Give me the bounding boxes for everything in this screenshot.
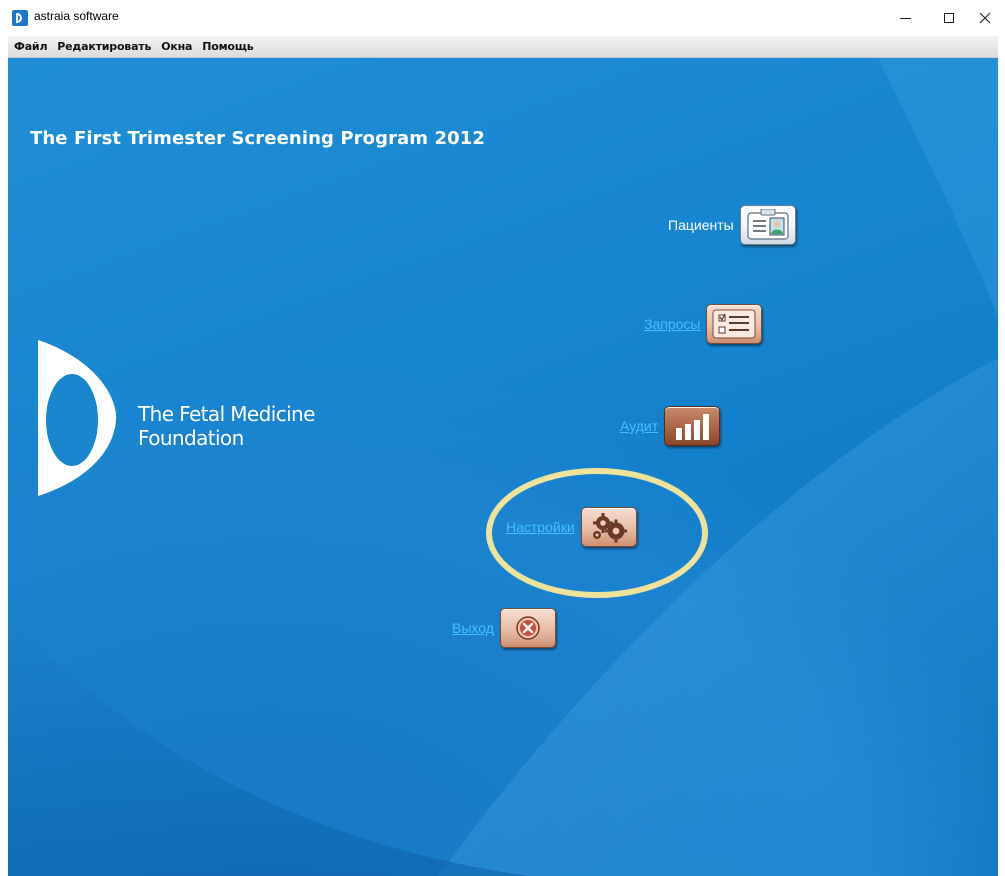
menu-windows[interactable]: Окна xyxy=(157,40,196,53)
menu-edit[interactable]: Редактировать xyxy=(53,40,155,53)
app-logo-icon xyxy=(12,10,28,26)
exit-button[interactable] xyxy=(499,608,556,648)
menu-entry-settings[interactable]: Настройки xyxy=(506,507,637,547)
minimize-icon xyxy=(899,17,911,19)
checklist-icon xyxy=(712,309,756,339)
requests-button[interactable] xyxy=(706,304,763,344)
fmf-logo-line2: Foundation xyxy=(138,426,244,450)
gears-icon xyxy=(592,513,627,543)
fmf-logo-line1: The Fetal Medicine xyxy=(138,402,315,426)
menu-entry-exit[interactable]: Выход xyxy=(452,608,556,648)
audit-link[interactable]: Аудит xyxy=(620,418,658,434)
menu-help[interactable]: Помощь xyxy=(198,40,257,53)
main-panel: The First Trimester Screening Program 20… xyxy=(8,58,998,876)
menu-entry-audit[interactable]: Аудит xyxy=(620,406,721,446)
menu-bar: Файл Редактировать Окна Помощь xyxy=(8,36,998,58)
settings-link[interactable]: Настройки xyxy=(506,519,575,535)
close-icon xyxy=(979,12,991,24)
exit-link[interactable]: Выход xyxy=(452,620,494,636)
window-title: astraia software xyxy=(34,9,119,23)
title-bar: astraia software xyxy=(0,0,1005,36)
patients-link[interactable]: Пациенты xyxy=(668,217,734,233)
settings-button[interactable] xyxy=(580,507,637,547)
bar-chart-icon xyxy=(676,414,710,440)
requests-link[interactable]: Запросы xyxy=(644,316,700,332)
menu-entry-requests[interactable]: Запросы xyxy=(644,304,763,344)
maximize-icon xyxy=(944,13,954,23)
patients-button[interactable] xyxy=(739,205,796,245)
background-swoosh xyxy=(8,58,998,876)
menu-file[interactable]: Файл xyxy=(10,40,51,53)
minimize-button[interactable] xyxy=(883,0,927,36)
exit-x-icon xyxy=(516,616,540,640)
program-title: The First Trimester Screening Program 20… xyxy=(30,128,486,149)
patient-card-icon xyxy=(747,209,789,240)
audit-button[interactable] xyxy=(664,406,721,446)
fmf-logo-icon xyxy=(38,340,117,496)
menu-entry-patients[interactable]: Пациенты xyxy=(668,205,796,245)
fmf-logo-text: The Fetal Medicine Foundation xyxy=(138,402,315,450)
close-button[interactable] xyxy=(963,0,1005,36)
